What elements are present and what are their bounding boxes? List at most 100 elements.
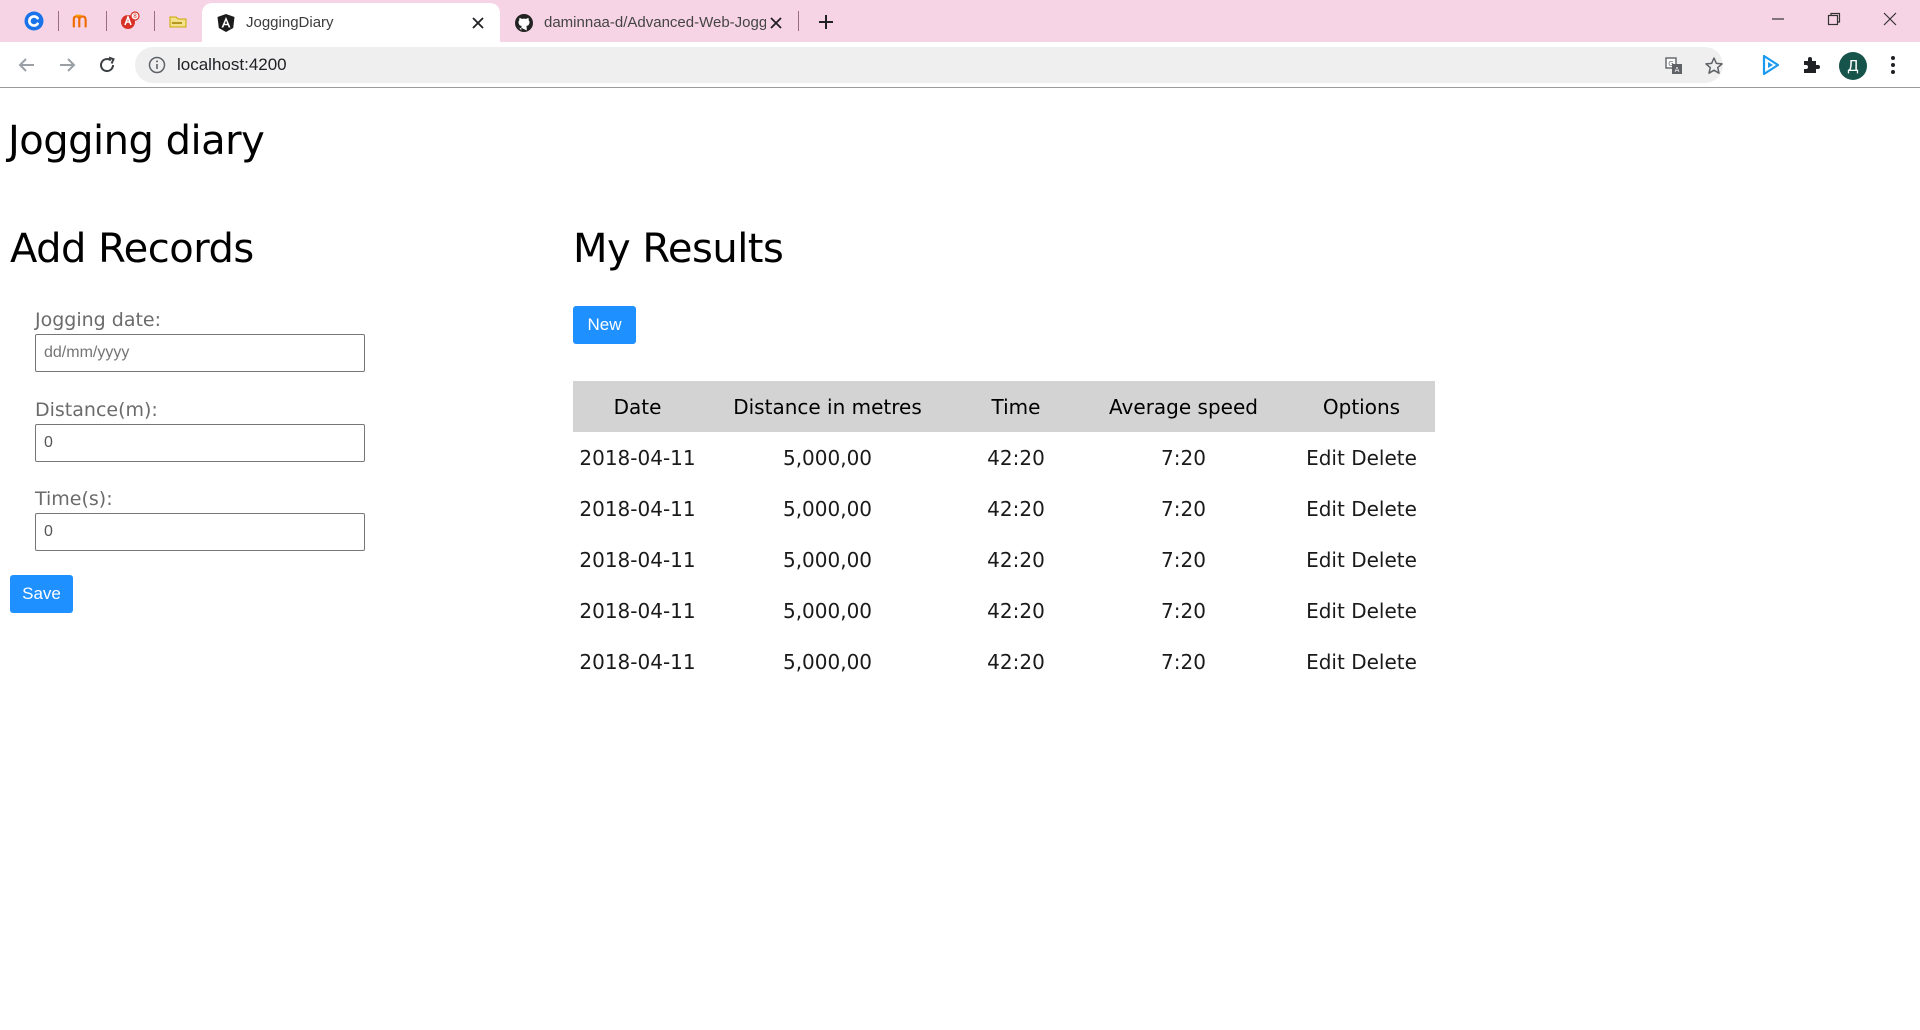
- cell-date: 2018-04-11: [579, 547, 696, 572]
- c-logo-icon: [24, 11, 44, 31]
- bing-extension-icon[interactable]: [1757, 51, 1785, 79]
- close-icon: [1883, 12, 1897, 26]
- jogging-date-label: Jogging date:: [35, 309, 162, 331]
- tab-strip: 8 JoggingDiary daminnaa-d/Advanced-Web-J…: [0, 0, 1920, 42]
- pinned-tab-2[interactable]: [58, 0, 106, 42]
- cell-time: 42:20: [987, 496, 1045, 521]
- cell-time: 42:20: [987, 598, 1045, 623]
- new-button[interactable]: New: [573, 306, 636, 344]
- cell-date: 2018-04-11: [579, 649, 696, 674]
- cell-time: 42:20: [987, 445, 1045, 470]
- extensions-puzzle-icon[interactable]: [1797, 51, 1825, 79]
- add-records-heading: Add Records: [10, 226, 254, 272]
- distance-label: Distance(m):: [35, 399, 158, 421]
- table-row: 2018-04-11 5,000,00 42:20 7:20 Edit Dele…: [573, 432, 1435, 483]
- distance-input[interactable]: [35, 424, 365, 462]
- jogging-date-input[interactable]: [35, 334, 365, 372]
- table-row: 2018-04-11 5,000,00 42:20 7:20 Edit Dele…: [573, 636, 1435, 687]
- distance-field: Distance(m):: [35, 398, 365, 462]
- tab-separator: [798, 11, 799, 31]
- cell-average-speed: 7:20: [1161, 547, 1206, 572]
- page-content: Jogging diary Add Records Jogging date: …: [0, 88, 1920, 1030]
- arrow-left-icon: [18, 58, 34, 72]
- column-header-date: Date: [573, 381, 702, 432]
- delete-link[interactable]: Delete: [1351, 650, 1417, 674]
- new-tab-button[interactable]: [812, 8, 840, 36]
- delete-link[interactable]: Delete: [1351, 548, 1417, 572]
- pinned-tab-1[interactable]: [10, 0, 58, 42]
- cell-options: Edit Delete: [1288, 534, 1435, 585]
- cell-distance: 5,000,00: [782, 598, 873, 623]
- folder-logo-icon: [168, 11, 188, 31]
- close-window-button[interactable]: [1862, 0, 1918, 38]
- cell-date: 2018-04-11: [579, 496, 696, 521]
- table-row: 2018-04-11 5,000,00 42:20 7:20 Edit Dele…: [573, 483, 1435, 534]
- tab-jogging-diary[interactable]: JoggingDiary: [202, 3, 500, 42]
- cell-distance: 5,000,00: [782, 649, 873, 674]
- cell-date: 2018-04-11: [579, 598, 696, 623]
- column-header-options: Options: [1288, 381, 1435, 432]
- badge-logo-icon: 8: [120, 11, 140, 31]
- delete-link[interactable]: Delete: [1351, 599, 1417, 623]
- reload-button[interactable]: [91, 49, 123, 81]
- time-input[interactable]: [35, 513, 365, 551]
- table-header-row: Date Distance in metres Time Average spe…: [573, 381, 1435, 432]
- cell-options: Edit Delete: [1288, 636, 1435, 687]
- column-header-time: Time: [953, 381, 1079, 432]
- svg-text:G: G: [1668, 60, 1673, 68]
- cell-options: Edit Delete: [1288, 432, 1435, 483]
- cell-average-speed: 7:20: [1161, 598, 1206, 623]
- edit-link[interactable]: Edit: [1306, 650, 1345, 674]
- browser-toolbar: localhost:4200 GA Д: [0, 42, 1920, 88]
- plus-icon: [819, 15, 833, 29]
- cell-options: Edit Delete: [1288, 585, 1435, 636]
- translate-icon[interactable]: GA: [1663, 55, 1685, 77]
- results-table: Date Distance in metres Time Average spe…: [573, 381, 1435, 687]
- svg-text:8: 8: [133, 13, 137, 20]
- edit-link[interactable]: Edit: [1306, 548, 1345, 572]
- jogging-date-field: Jogging date:: [35, 308, 365, 372]
- star-icon[interactable]: [1703, 55, 1725, 77]
- minimize-icon: [1772, 18, 1784, 20]
- edit-link[interactable]: Edit: [1306, 497, 1345, 521]
- column-header-distance: Distance in metres: [702, 381, 953, 432]
- cell-distance: 5,000,00: [782, 445, 873, 470]
- restore-icon: [1827, 12, 1841, 26]
- close-tab-icon[interactable]: [468, 13, 488, 33]
- minimize-button[interactable]: [1750, 0, 1806, 38]
- pinned-tab-3[interactable]: 8: [106, 0, 154, 42]
- github-logo-icon: [514, 13, 534, 33]
- edit-link[interactable]: Edit: [1306, 599, 1345, 623]
- delete-link[interactable]: Delete: [1351, 446, 1417, 470]
- pinned-tab-4[interactable]: [154, 0, 202, 42]
- save-button[interactable]: Save: [10, 575, 73, 613]
- page-title: Jogging diary: [8, 118, 265, 164]
- back-button[interactable]: [11, 49, 43, 81]
- table-row: 2018-04-11 5,000,00 42:20 7:20 Edit Dele…: [573, 585, 1435, 636]
- cell-average-speed: 7:20: [1161, 649, 1206, 674]
- reload-icon: [100, 56, 115, 73]
- restore-button[interactable]: [1806, 0, 1862, 38]
- profile-avatar[interactable]: Д: [1839, 52, 1867, 80]
- my-results-heading: My Results: [573, 226, 784, 272]
- forward-button[interactable]: [51, 49, 83, 81]
- cell-distance: 5,000,00: [782, 547, 873, 572]
- cell-time: 42:20: [987, 649, 1045, 674]
- tab-github[interactable]: daminnaa-d/Advanced-Web-Jogging-Diary: [500, 3, 798, 42]
- arrow-right-icon: [60, 58, 76, 72]
- delete-link[interactable]: Delete: [1351, 497, 1417, 521]
- svg-text:A: A: [1675, 66, 1680, 74]
- cell-average-speed: 7:20: [1161, 496, 1206, 521]
- address-bar[interactable]: localhost:4200 GA: [135, 47, 1723, 83]
- info-icon[interactable]: [147, 55, 167, 75]
- cell-average-speed: 7:20: [1161, 445, 1206, 470]
- edit-link[interactable]: Edit: [1306, 446, 1345, 470]
- tab-title: daminnaa-d/Advanced-Web-Jogging-Diary: [544, 14, 766, 31]
- m-logo-icon: [72, 11, 92, 31]
- table-row: 2018-04-11 5,000,00 42:20 7:20 Edit Dele…: [573, 534, 1435, 585]
- cell-options: Edit Delete: [1288, 483, 1435, 534]
- angular-logo-icon: [216, 13, 236, 33]
- menu-kebab-icon[interactable]: [1879, 51, 1907, 79]
- column-header-average-speed: Average speed: [1079, 381, 1288, 432]
- close-tab-icon[interactable]: [766, 13, 786, 33]
